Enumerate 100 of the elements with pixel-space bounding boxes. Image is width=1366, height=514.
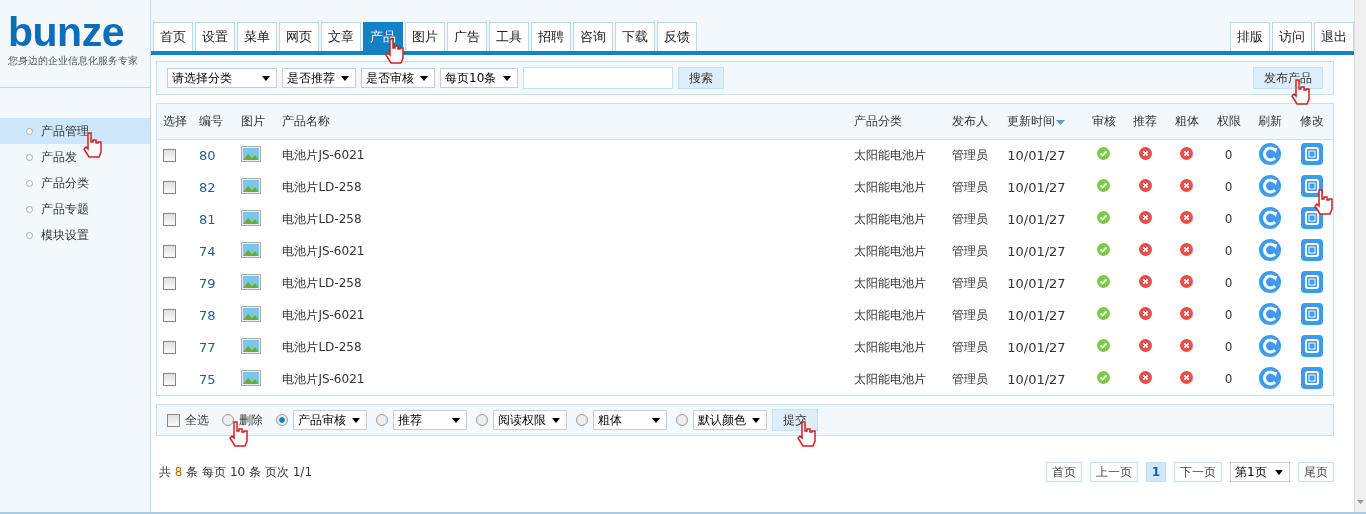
cross-icon[interactable] [1138,307,1152,320]
sidebar-item[interactable]: 产品发 [0,144,150,170]
caret-icon[interactable] [262,75,270,81]
batch-select[interactable]: 产品审核 [293,410,367,430]
cross-icon[interactable] [1180,307,1194,320]
sidebar-item[interactable]: 产品分类 [0,170,150,196]
column-header[interactable]: 编号 [199,113,223,128]
caret-icon[interactable] [420,75,428,81]
category-select[interactable]: 请选择分类 [167,68,277,88]
cross-icon[interactable] [1138,243,1152,256]
cross-icon[interactable] [1180,275,1194,288]
row-checkbox[interactable] [163,213,176,226]
cross-icon[interactable] [1138,339,1152,352]
scroll-down-arrow-icon[interactable] [1357,500,1364,504]
pagination-link[interactable]: 1 [1145,462,1166,482]
batch-select[interactable]: 粗体 [593,410,667,430]
cross-icon[interactable] [1138,371,1152,384]
cross-icon[interactable] [1138,211,1152,224]
caret-icon[interactable] [1275,469,1283,475]
column-header[interactable]: 推荐 [1133,113,1158,128]
batch-select[interactable]: 默认颜色 [693,410,767,430]
sidebar-item[interactable]: 模块设置 [0,222,150,248]
cross-icon[interactable] [1180,243,1194,256]
refresh-icon[interactable] [1259,142,1282,165]
caret-icon[interactable] [503,75,511,81]
nav-tab[interactable]: 网页 [279,22,319,51]
pagination-link[interactable]: 首页 [1045,462,1082,482]
search-button[interactable]: 搜索 [678,67,724,89]
column-header[interactable]: 发布人 [951,113,988,128]
cross-icon[interactable] [1138,275,1152,288]
cross-icon[interactable] [1180,371,1194,384]
caret-icon[interactable] [752,417,760,423]
sort-arrow-icon[interactable] [1056,119,1066,125]
column-header[interactable]: 产品名称 [282,113,331,128]
pagination-link[interactable]: 尾页 [1298,462,1334,482]
select-all-checkbox[interactable] [167,413,180,427]
check-icon[interactable] [1097,275,1111,288]
refresh-icon[interactable] [1259,334,1282,357]
cross-icon[interactable] [1180,147,1194,161]
column-header[interactable]: 权限 [1216,113,1241,128]
nav-tab[interactable]: 广告 [447,22,487,51]
search-field[interactable] [523,67,673,89]
row-checkbox[interactable] [163,245,176,258]
nav-tab[interactable]: 设置 [195,22,235,51]
nav-tab[interactable]: 咨询 [573,22,613,51]
edit-icon[interactable] [1301,366,1324,389]
cross-icon[interactable] [1138,147,1152,161]
column-header[interactable]: 审核 [1091,113,1116,128]
edit-icon[interactable] [1301,302,1324,325]
nav-tab[interactable]: 菜单 [237,22,277,51]
nav-tab[interactable]: 工具 [489,22,529,51]
nav-tab[interactable]: 退出 [1314,22,1354,51]
row-checkbox[interactable] [163,309,176,322]
batch-select[interactable]: 阅读权限 [493,410,567,430]
caret-icon[interactable] [352,417,360,423]
cross-icon[interactable] [1180,211,1194,224]
row-checkbox[interactable] [163,373,176,386]
caret-icon[interactable] [341,75,349,81]
nav-tab[interactable]: 排版 [1230,22,1270,51]
radio-button[interactable] [676,414,688,426]
check-icon[interactable] [1097,211,1111,224]
approval-select[interactable]: 是否审核 [361,68,435,88]
refresh-icon[interactable] [1259,206,1282,229]
edit-icon[interactable] [1301,142,1324,165]
edit-icon[interactable] [1301,334,1324,357]
cross-icon[interactable] [1138,179,1152,192]
page-size-select[interactable]: 每页10条 [440,68,518,88]
refresh-icon[interactable] [1259,366,1282,389]
nav-tab[interactable]: 反馈 [657,22,697,51]
edit-icon[interactable] [1301,270,1324,293]
cross-icon[interactable] [1180,179,1194,192]
check-icon[interactable] [1097,147,1111,161]
scrollbar[interactable] [1354,0,1366,512]
cross-icon[interactable] [1180,339,1194,352]
refresh-icon[interactable] [1259,174,1282,197]
column-header[interactable]: 刷新 [1258,113,1283,128]
pagination-link[interactable]: 下一页 [1174,462,1222,482]
page-select[interactable]: 第1页 [1230,462,1290,482]
column-header[interactable]: 选择 [163,113,187,128]
column-header[interactable]: 产品分类 [854,113,903,128]
radio-button[interactable] [576,414,588,426]
caret-icon[interactable] [552,417,560,423]
edit-icon[interactable] [1301,238,1324,261]
nav-tab[interactable]: 图片 [405,22,445,51]
check-icon[interactable] [1097,307,1111,320]
column-header[interactable]: 图片 [240,113,265,128]
nav-tab[interactable]: 首页 [153,22,193,51]
pagination-link[interactable]: 上一页 [1089,462,1138,482]
radio-button[interactable] [376,414,388,426]
nav-tab[interactable]: 访问 [1272,22,1312,51]
nav-tab[interactable]: 下载 [615,22,655,51]
radio-button[interactable] [476,414,488,426]
caret-icon[interactable] [452,417,460,423]
check-icon[interactable] [1097,179,1111,192]
row-checkbox[interactable] [163,341,176,354]
nav-tab[interactable]: 招聘 [531,22,571,51]
row-checkbox[interactable] [163,149,176,163]
check-icon[interactable] [1097,339,1111,352]
row-checkbox[interactable] [163,277,176,290]
row-checkbox[interactable] [163,181,176,194]
